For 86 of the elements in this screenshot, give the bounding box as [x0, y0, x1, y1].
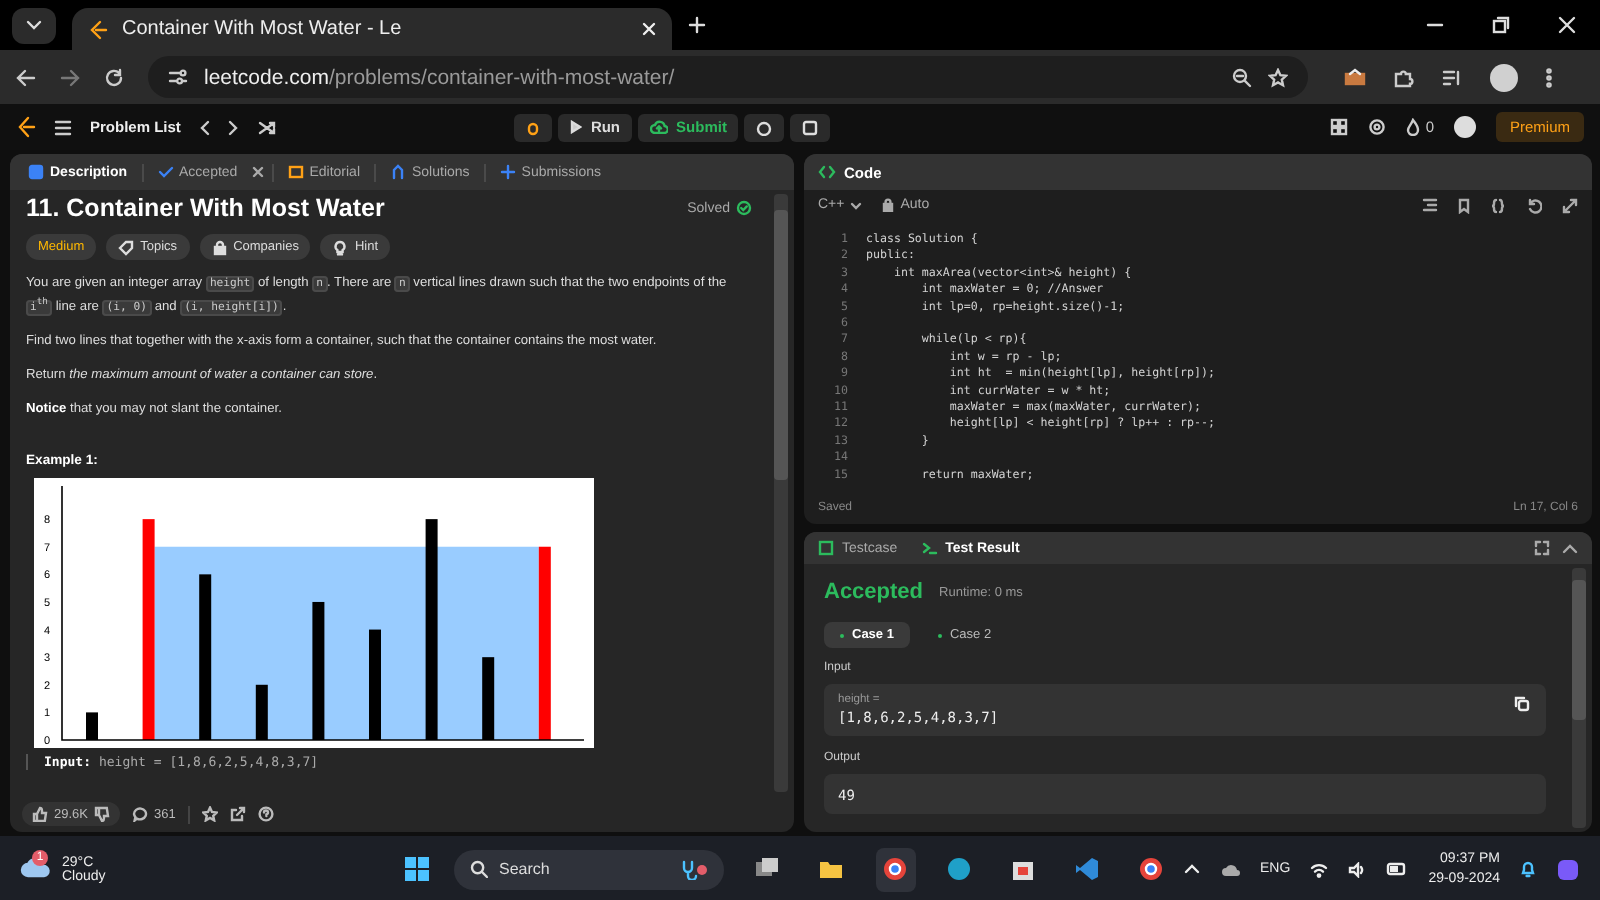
puzzle-icon[interactable]	[1394, 67, 1414, 87]
play-icon	[570, 120, 583, 134]
chart-bar	[86, 712, 98, 740]
volume-icon[interactable]	[1348, 861, 1367, 877]
tab-icon	[499, 164, 516, 180]
note-icon	[802, 119, 819, 135]
chart-bar	[482, 656, 495, 740]
share-icon[interactable]	[229, 806, 246, 822]
problem-title: 11. Container With Most Water	[26, 194, 385, 222]
site-settings-icon[interactable]	[168, 68, 188, 86]
task-view-icon[interactable]	[754, 856, 780, 882]
user-avatar[interactable]	[1453, 116, 1476, 138]
code-icon	[818, 164, 836, 180]
tab-icon	[157, 164, 174, 180]
plus-icon[interactable]	[688, 16, 706, 34]
bell-icon[interactable]	[1520, 860, 1536, 878]
tab-icon	[287, 164, 304, 180]
shuffle-icon[interactable]	[258, 119, 277, 135]
scrollbar[interactable]	[1572, 568, 1586, 828]
chip-icon	[332, 239, 349, 255]
chip-icon	[211, 239, 228, 255]
logo-icon[interactable]	[16, 116, 36, 138]
chevron-down-icon	[26, 20, 42, 30]
tab-icon	[921, 540, 938, 556]
stethoscope-icon	[679, 859, 707, 879]
forward-icon[interactable]	[60, 67, 80, 87]
cloud-icon[interactable]	[1220, 861, 1241, 877]
chevron-up-icon[interactable]	[1184, 864, 1201, 874]
tab-icon	[28, 164, 44, 180]
folder-icon[interactable]	[818, 856, 844, 882]
list-icon[interactable]	[54, 119, 72, 135]
back-icon[interactable]	[16, 67, 36, 87]
search-icon	[469, 860, 487, 878]
expand-icon[interactable]	[1562, 197, 1578, 213]
cloud-upload-icon	[650, 120, 669, 134]
format-icon[interactable]	[1422, 198, 1438, 212]
next-icon[interactable]	[228, 119, 241, 135]
check-circle-icon	[736, 200, 752, 216]
debug-button[interactable]	[514, 113, 553, 141]
chart-bar	[312, 601, 325, 740]
address-bar[interactable]: leetcode.com/problems/container-with-most-water/	[148, 56, 1308, 98]
notes-button[interactable]	[790, 113, 831, 141]
chevron-down-icon	[850, 201, 863, 209]
maximize-icon[interactable]	[1534, 540, 1550, 556]
chip-icon	[118, 239, 135, 255]
bug-icon	[526, 119, 541, 135]
more-icon[interactable]	[1546, 67, 1552, 87]
star-icon[interactable]	[1268, 67, 1288, 87]
copy-icon[interactable]	[1514, 696, 1530, 712]
zoom-out-icon[interactable]	[1232, 67, 1252, 87]
profile-avatar[interactable]	[1490, 63, 1518, 91]
browser-icon[interactable]	[1138, 856, 1164, 882]
help-icon[interactable]	[257, 806, 274, 822]
wifi-icon[interactable]	[1310, 861, 1329, 877]
browser-tab[interactable]: Container With Most Water - Le	[72, 8, 672, 50]
tab-list-button[interactable]	[12, 7, 56, 43]
url-text: leetcode.com/problems/container-with-most-water/	[204, 65, 675, 89]
thumbs-down-icon	[94, 806, 110, 822]
tab-title: Container With Most Water - Le	[122, 18, 404, 40]
layout-icon[interactable]	[1329, 118, 1348, 136]
site-icon	[88, 19, 108, 39]
reload-icon[interactable]	[104, 67, 124, 87]
scrollbar[interactable]	[774, 194, 788, 792]
tab-icon	[818, 540, 834, 556]
collapse-icon[interactable]	[1562, 542, 1578, 554]
chart-bar	[369, 629, 381, 740]
flame-icon	[1405, 118, 1420, 136]
search-field[interactable]: Search	[453, 849, 723, 889]
media-icon[interactable]	[1442, 67, 1462, 87]
battery-icon[interactable]	[1386, 862, 1409, 876]
browser-icon[interactable]	[882, 856, 908, 882]
settings-icon[interactable]	[1367, 118, 1386, 136]
thumbs-up-icon	[32, 806, 48, 822]
star-icon[interactable]	[201, 806, 218, 822]
reset-icon[interactable]	[1526, 197, 1542, 213]
comment-icon	[132, 806, 148, 822]
previous-icon[interactable]	[198, 119, 211, 135]
braces-icon[interactable]	[1490, 197, 1506, 213]
lock-icon	[882, 198, 895, 212]
timer-button[interactable]	[744, 113, 785, 141]
alarm-icon	[756, 119, 773, 135]
bookmark-icon[interactable]	[1458, 197, 1470, 213]
restore-icon[interactable]	[1492, 16, 1510, 34]
start-icon[interactable]	[403, 856, 429, 882]
tab-icon	[390, 164, 406, 180]
verdict-text: Accepted	[824, 580, 924, 604]
